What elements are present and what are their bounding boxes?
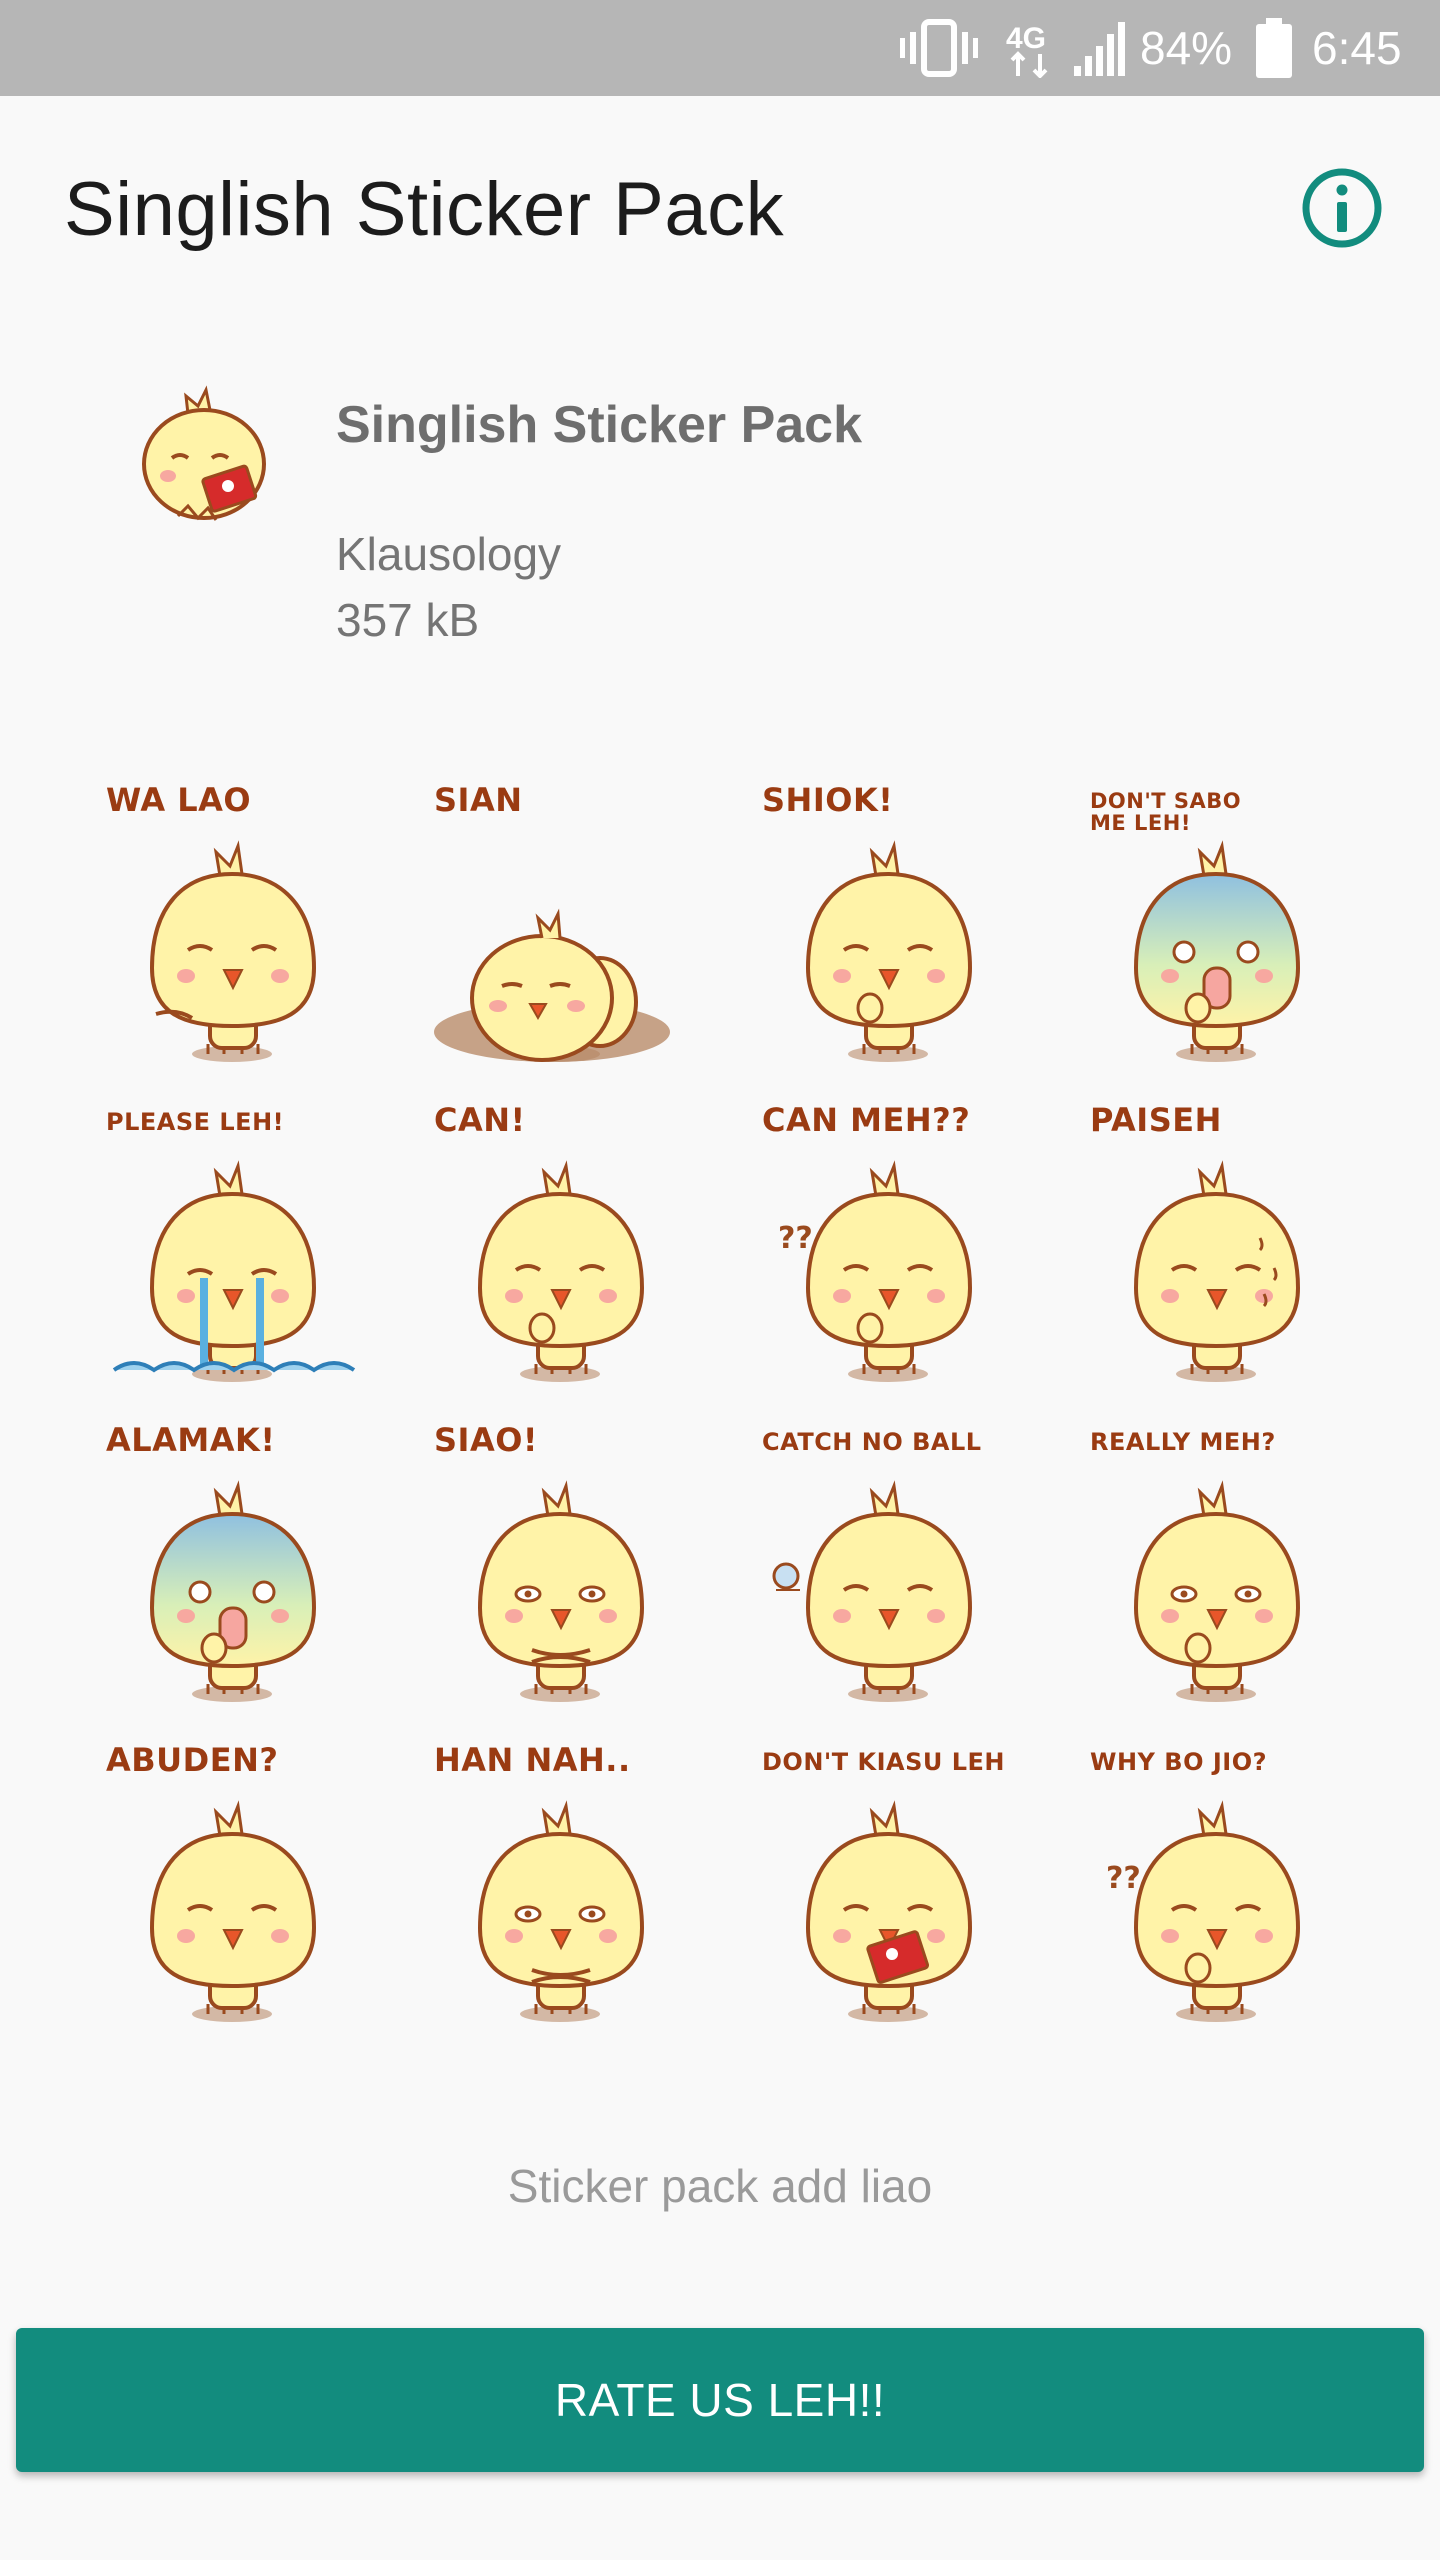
sticker-caption: SIAN xyxy=(434,781,523,819)
sticker-item[interactable]: PLEASE LEH! xyxy=(64,1090,364,1390)
sticker-chick-image: ?? xyxy=(1106,1800,1301,2022)
sticker-chick-image xyxy=(112,1160,356,1382)
sticker-caption: WHY BO JIO? xyxy=(1090,1748,1268,1776)
pack-publisher: Klausology xyxy=(336,528,562,580)
sticker-caption: ABUDEN? xyxy=(106,1741,279,1779)
sticker-chick-image xyxy=(477,1800,645,2022)
sticker-item[interactable]: DON'T SABO ME LEH! xyxy=(1048,770,1348,1070)
sticker-chick-image xyxy=(477,1160,645,1382)
sticker-item[interactable]: CAN! xyxy=(392,1090,692,1390)
network-4g-icon: 4G xyxy=(1006,22,1048,78)
battery-icon xyxy=(1256,18,1292,78)
sticker-caption: PAISEH xyxy=(1090,1101,1222,1139)
sticker-caption: REALLY MEH? xyxy=(1090,1428,1276,1456)
rate-us-label: RATE US LEH!! xyxy=(554,2374,886,2426)
sticker-item[interactable]: WHY BO JIO??? xyxy=(1048,1730,1348,2030)
sticker-chick-image xyxy=(149,1480,317,1702)
sticker-caption: HAN NAH.. xyxy=(434,1741,631,1779)
app-title: Singlish Sticker Pack xyxy=(64,167,785,252)
sticker-item[interactable]: WA LAO xyxy=(64,770,364,1070)
sticker-caption: SIAO! xyxy=(434,1421,539,1459)
sticker-item[interactable]: ABUDEN? xyxy=(64,1730,364,2030)
sticker-caption: CATCH NO BALL xyxy=(762,1428,982,1456)
sticker-caption: WA LAO xyxy=(106,781,252,819)
battery-percentage: 84% xyxy=(1140,22,1233,74)
sticker-caption: DON'T KIASU LEH xyxy=(762,1748,1005,1776)
info-icon[interactable] xyxy=(1300,166,1384,250)
sticker-item[interactable]: PAISEH xyxy=(1048,1090,1348,1390)
sticker-item[interactable]: ALAMAK! xyxy=(64,1410,364,1710)
svg-text:??: ?? xyxy=(778,1221,813,1256)
sticker-item[interactable]: SIAN xyxy=(392,770,692,1070)
sticker-chick-image xyxy=(149,840,317,1062)
sticker-chick-image xyxy=(149,1800,317,2022)
sticker-item[interactable]: SIAO! xyxy=(392,1410,692,1710)
clock: 6:45 xyxy=(1312,22,1402,74)
sticker-caption: PLEASE LEH! xyxy=(106,1108,285,1136)
sticker-chick-image xyxy=(1133,840,1301,1062)
pack-size: 357 kB xyxy=(336,594,480,646)
rate-us-button[interactable]: RATE US LEH!! xyxy=(16,2328,1424,2472)
sticker-item[interactable]: SHIOK! xyxy=(720,770,1020,1070)
sticker-item[interactable]: DON'T KIASU LEH xyxy=(720,1730,1020,2030)
sticker-item[interactable]: CAN MEH???? xyxy=(720,1090,1020,1390)
sticker-item[interactable]: REALLY MEH? xyxy=(1048,1410,1348,1710)
sticker-chick-image xyxy=(434,908,670,1062)
sticker-grid: WA LAO SIAN SHIOK! DON'T SABO ME LEH! PLEASE… xyxy=(64,770,1376,2022)
status-bar: 4G 84% 6:45 xyxy=(0,0,1440,96)
svg-text:4G: 4G xyxy=(1006,22,1046,55)
sticker-chick-image xyxy=(805,840,973,1062)
sticker-chick-image xyxy=(805,1800,973,2022)
sticker-chick-image xyxy=(772,1480,973,1702)
sticker-chick-image xyxy=(1133,1160,1301,1382)
vibrate-icon xyxy=(900,19,978,77)
sticker-caption: CAN! xyxy=(434,1101,526,1139)
pack-name: Singlish Sticker Pack xyxy=(336,396,863,454)
signal-icon xyxy=(1074,22,1125,76)
sticker-chick-image xyxy=(1133,1480,1301,1702)
sticker-caption: CAN MEH?? xyxy=(762,1101,971,1139)
sticker-item[interactable]: HAN NAH.. xyxy=(392,1730,692,2030)
sticker-caption: ALAMAK! xyxy=(106,1421,276,1459)
sticker-caption: SHIOK! xyxy=(762,781,894,819)
sticker-item[interactable]: CATCH NO BALL xyxy=(720,1410,1020,1710)
sticker-chick-image xyxy=(477,1480,645,1702)
svg-text:??: ?? xyxy=(1106,1861,1141,1896)
pack-tray-icon xyxy=(142,385,266,521)
sticker-chick-image: ?? xyxy=(778,1160,973,1382)
added-status-text: Sticker pack add liao xyxy=(507,2160,933,2212)
